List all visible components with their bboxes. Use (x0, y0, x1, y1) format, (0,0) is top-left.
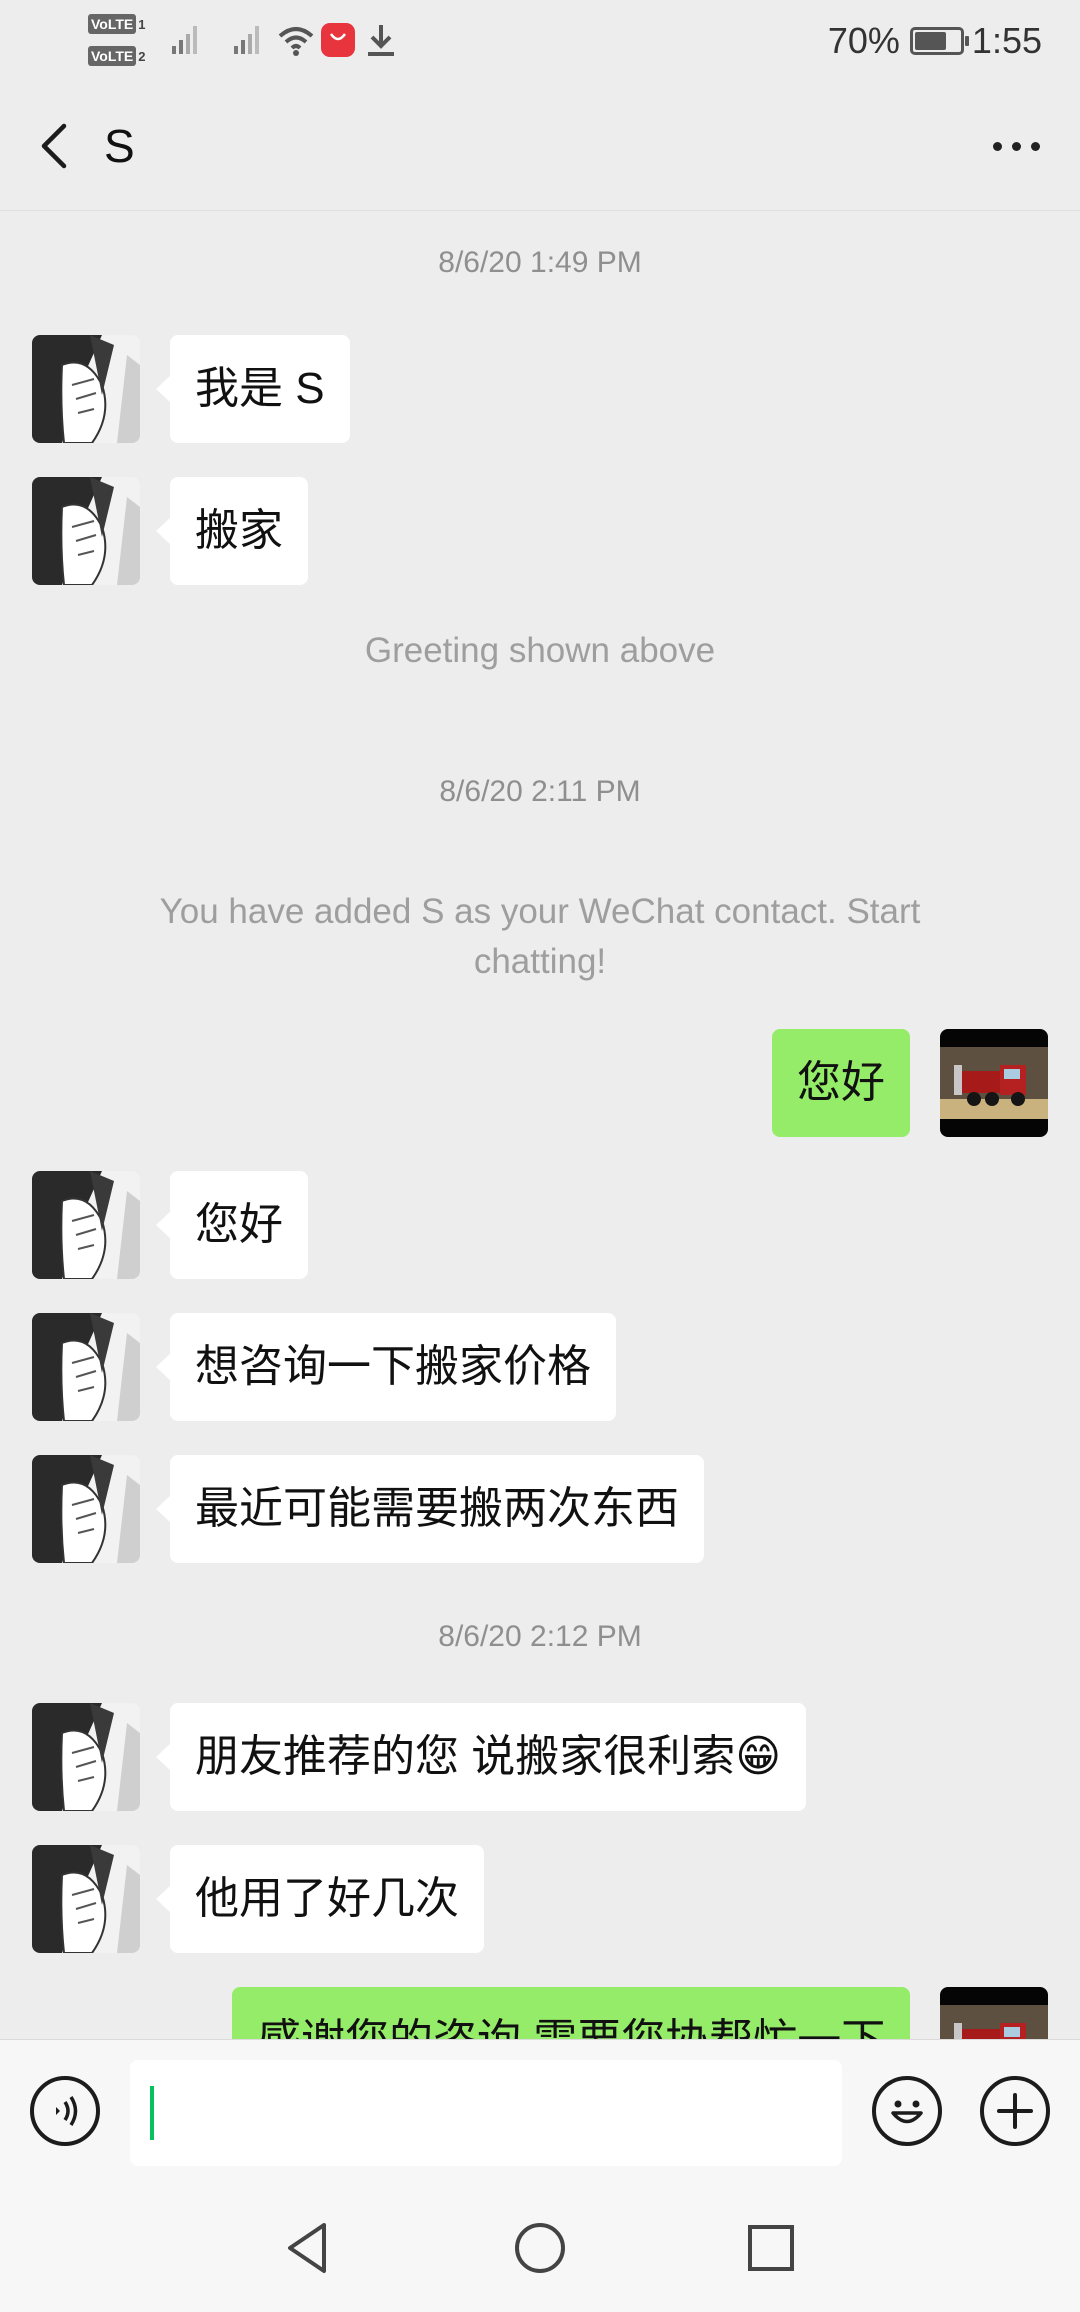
battery-icon (909, 27, 969, 55)
timestamp: 8/6/20 2:12 PM (438, 1620, 642, 1653)
huawei-appgallery-icon (321, 23, 355, 57)
incoming-message-bubble[interactable]: 想咨询一下搬家价格 (156, 1313, 616, 1421)
back-arrow-icon[interactable] (28, 118, 84, 174)
download-icon (368, 25, 394, 56)
plus-icon[interactable] (980, 2076, 1050, 2146)
sim2-slot: 2 (138, 48, 146, 64)
volte-sim2-label: VoLTE (88, 46, 137, 66)
sim1-slot: 1 (138, 16, 146, 32)
back-triangle-icon[interactable] (272, 2213, 342, 2283)
emoji-glyph (891, 2100, 923, 2124)
timestamp: 8/6/20 2:11 PM (439, 775, 641, 808)
volte-icon: VoLTE 2 (88, 44, 148, 68)
timestamp: 8/6/20 1:49 PM (438, 246, 642, 279)
contact-avatar[interactable] (32, 335, 140, 443)
message-list[interactable]: 8/6/20 1:49 PM 我是 S 搬家 Greeting shown above… (0, 211, 1080, 2039)
status-bar: VoLTE 1 VoLTE 2 70% 1:55 (0, 0, 1080, 82)
contact-avatar[interactable] (32, 1845, 140, 1953)
chat-header: S (0, 82, 1080, 211)
contact-avatar[interactable] (32, 1313, 140, 1421)
contact-avatar[interactable] (32, 477, 140, 585)
recents-square-icon[interactable] (736, 2213, 806, 2283)
contact-avatar[interactable] (32, 1455, 140, 1563)
voice-glyph (56, 2096, 78, 2126)
home-circle-icon[interactable] (505, 2213, 575, 2283)
more-dot (992, 141, 1002, 151)
voice-icon[interactable] (30, 2076, 100, 2146)
incoming-message-bubble[interactable]: 您好 (156, 1171, 308, 1279)
clock: 1:55 (971, 20, 1042, 61)
volte-icon: VoLTE 1 (88, 12, 148, 36)
my-avatar[interactable] (940, 1987, 1048, 2039)
more-icon[interactable] (980, 122, 1052, 170)
contact-avatar[interactable] (32, 1171, 140, 1279)
volte-sim1-label: VoLTE (88, 14, 137, 34)
outgoing-message-bubble[interactable]: 您好 (772, 1029, 910, 1137)
signal-icon (234, 26, 259, 54)
incoming-message-bubble[interactable]: 最近可能需要搬两次东西 (156, 1455, 704, 1563)
wechat-chat-screen: VoLTE 1 VoLTE 2 70% 1:55 S 8/6/20 1:49 P… (0, 0, 1080, 2312)
battery-fill (914, 32, 946, 50)
system-navigation-bar (0, 2183, 1080, 2312)
battery-percent: 70% (827, 20, 900, 61)
my-avatar[interactable] (940, 1029, 1048, 1137)
status-right-cluster: 70% 1:55 (828, 16, 1042, 66)
plus-glyph (997, 2093, 1033, 2129)
outgoing-message-bubble[interactable]: 感谢您的咨询 需要您协帮忙一下 (232, 1987, 910, 2039)
wifi-icon (278, 27, 314, 56)
input-bar (0, 2039, 1080, 2184)
chat-title: S (104, 120, 135, 172)
incoming-message-bubble[interactable]: 搬家 (156, 477, 308, 585)
incoming-message-bubble[interactable]: 他用了好几次 (156, 1845, 484, 1953)
message-input[interactable] (130, 2060, 842, 2166)
contact-avatar[interactable] (32, 1703, 140, 1811)
more-dot (1030, 141, 1040, 151)
more-dot (1011, 141, 1021, 151)
system-notice: You have added S as your WeChat contact.… (159, 892, 921, 981)
emoji-icon[interactable] (872, 2076, 942, 2146)
system-notice: Greeting shown above (364, 631, 716, 670)
signal-icon (172, 26, 197, 54)
incoming-message-bubble[interactable]: 朋友推荐的您 说搬家很利索😁 (155, 1703, 807, 1811)
incoming-message-bubble[interactable]: 我是 S (156, 335, 350, 443)
text-caret (150, 2086, 154, 2140)
